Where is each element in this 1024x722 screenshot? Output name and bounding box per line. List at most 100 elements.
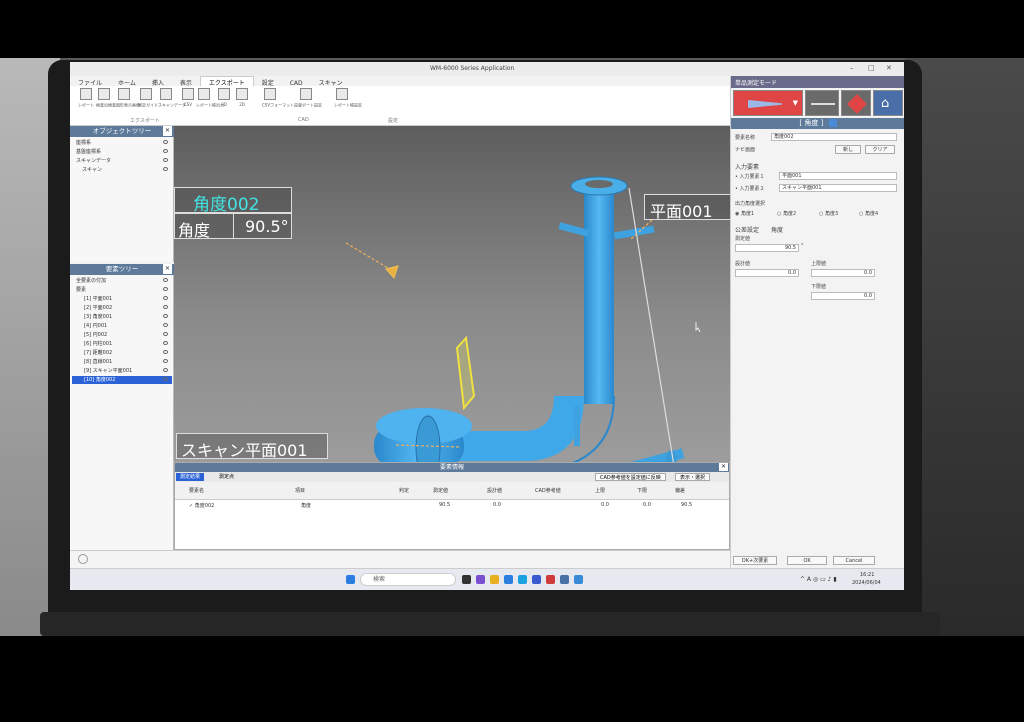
column-header[interactable]: 上限 (595, 487, 605, 494)
ok-button[interactable]: OK (787, 556, 827, 565)
element-name-input[interactable]: 角度002 (771, 133, 897, 141)
app-icon-3[interactable] (546, 575, 555, 584)
eye-icon[interactable] (163, 296, 168, 300)
element-tree-item[interactable]: [8] 直線001 (72, 358, 172, 366)
display-select-button[interactable]: 表示・選択 (675, 473, 711, 481)
line-tool-button[interactable] (805, 90, 839, 116)
minimize-button[interactable]: – (850, 64, 854, 72)
maximize-button[interactable]: □ (868, 64, 875, 72)
report-book-button[interactable]: レポート帳出力 (194, 88, 224, 109)
column-header[interactable]: 測定値 (433, 487, 448, 494)
3d-viewport[interactable]: 角度002 角度 90.5° 平面001 スキャン平面001 (174, 126, 730, 468)
element-tree-item[interactable]: [3] 角度001 (72, 313, 172, 321)
column-header[interactable]: 下限 (637, 487, 647, 494)
eye-icon[interactable] (163, 287, 168, 291)
store-icon[interactable] (504, 575, 513, 584)
angle-option-1[interactable]: ◉ 角度1 (735, 210, 754, 217)
app-icon-4[interactable] (560, 575, 569, 584)
column-header[interactable]: 項目 (295, 487, 305, 494)
element-tree-item[interactable]: 要素 (72, 286, 172, 294)
close-icon[interactable]: ✕ (163, 264, 172, 274)
element-tree-item[interactable]: [9] スキャン平面001 (72, 367, 172, 375)
app-icon-5[interactable] (574, 575, 583, 584)
column-header[interactable]: 判定 (399, 487, 409, 494)
cancel-button[interactable]: Cancel (833, 556, 875, 565)
app-icon-2[interactable] (532, 575, 541, 584)
eye-icon[interactable] (163, 368, 168, 372)
element-tree-item[interactable]: [6] 円柱001 (72, 340, 172, 348)
support-mid (574, 406, 580, 446)
element-tree-item[interactable]: [1] 平面001 (72, 295, 172, 303)
lower-input[interactable]: 0.0 (811, 292, 875, 300)
tab-results[interactable]: 測定結果 (176, 473, 205, 481)
input2-select[interactable]: スキャン平面001 (779, 184, 897, 192)
line-icon (811, 103, 835, 105)
image-button[interactable]: 図形表示画像 (114, 88, 140, 109)
cube-button[interactable]: 3D (214, 88, 234, 108)
element-tree-item[interactable]: [5] 円002 (72, 331, 172, 339)
eye-icon[interactable] (163, 149, 168, 153)
flat-button[interactable]: 2D (232, 88, 252, 108)
home-button[interactable]: ⌂ (873, 90, 903, 116)
close-button[interactable]: ✕ (886, 64, 892, 72)
eye-icon[interactable] (163, 314, 168, 318)
inspection-button[interactable]: 検査出検査 (94, 88, 116, 109)
tray-icons[interactable]: ^ A ◎ ▭ ♪ ▮ (800, 576, 837, 583)
column-header[interactable]: 要素名 (189, 487, 204, 494)
eye-icon[interactable] (163, 158, 168, 162)
report-book-settings-button[interactable]: レポート帳設定 (332, 88, 362, 109)
report-settings-button[interactable]: レポート設定 (296, 88, 322, 109)
element-tree-item[interactable]: [2] 平面002 (72, 304, 172, 312)
angle-option-3[interactable]: ○ 角度3 (819, 210, 838, 217)
csv-format-button[interactable]: CSVフォーマット設定 (260, 88, 302, 109)
angle-option-2[interactable]: ○ 角度2 (777, 210, 796, 217)
design-input[interactable]: 0.0 (735, 269, 799, 277)
eye-icon[interactable] (163, 305, 168, 309)
object-tree-item[interactable]: スキャン (72, 166, 172, 174)
tab-points[interactable]: 測定点 (215, 473, 238, 481)
nav-label: ナビ画面 (735, 147, 756, 153)
element-tree-item[interactable]: [7] 距離002 (72, 349, 172, 357)
taskbar-search[interactable]: 検索 (360, 573, 456, 586)
guide-button[interactable]: 測定ガイド (136, 88, 158, 109)
column-header[interactable]: CAD参考値 (535, 487, 561, 494)
eye-icon[interactable] (163, 377, 168, 381)
app-icon-1[interactable] (476, 575, 485, 584)
measure-tool-button[interactable]: ▼ (733, 90, 803, 116)
eye-icon[interactable] (163, 341, 168, 345)
angle-option-4[interactable]: ○ 角度4 (859, 210, 878, 217)
element-tree-item[interactable]: 全要素の付加 (72, 277, 172, 285)
upper-input[interactable]: 0.0 (811, 269, 875, 277)
input1-select[interactable]: 平面001 (779, 172, 897, 180)
close-icon[interactable]: ✕ (163, 126, 172, 136)
brush-tool-button[interactable] (841, 90, 871, 116)
element-tree-item[interactable]: [4] 円001 (72, 322, 172, 330)
eye-icon[interactable] (163, 278, 168, 282)
element-tree-item[interactable]: [10] 角度002 (72, 376, 172, 384)
column-header[interactable]: 偏差 (675, 487, 685, 494)
eye-icon[interactable] (163, 167, 168, 171)
taskview-icon[interactable] (462, 575, 471, 584)
object-tree-item[interactable]: スキャンデータ (72, 157, 172, 165)
ok-next-button[interactable]: OK+次要素 (733, 556, 777, 565)
column-header[interactable]: 設計値 (487, 487, 502, 494)
eye-icon[interactable] (163, 323, 168, 327)
element-tree-item-label: [4] 円001 (84, 323, 108, 329)
nav-new-button[interactable]: 新し (835, 145, 861, 154)
help-icon[interactable] (828, 119, 837, 127)
windows-start-icon[interactable] (346, 575, 355, 584)
scan-data-button[interactable]: スキャンデータ (156, 88, 186, 109)
tab-4[interactable]: エクスポート (199, 76, 254, 87)
cad-reflect-button[interactable]: CAD参考値を設定値に反映 (595, 473, 666, 481)
object-tree-item[interactable]: 座標系 (72, 139, 172, 147)
nav-clear-button[interactable]: クリア (865, 145, 895, 154)
eye-icon[interactable] (163, 350, 168, 354)
report-button[interactable]: レポート (76, 88, 96, 109)
eye-icon[interactable] (163, 332, 168, 336)
close-icon[interactable]: ✕ (719, 463, 728, 471)
explorer-icon[interactable] (490, 575, 499, 584)
object-tree-item[interactable]: 基盤座標系 (72, 148, 172, 156)
eye-icon[interactable] (163, 359, 168, 363)
edge-icon[interactable] (518, 575, 527, 584)
eye-icon[interactable] (163, 140, 168, 144)
